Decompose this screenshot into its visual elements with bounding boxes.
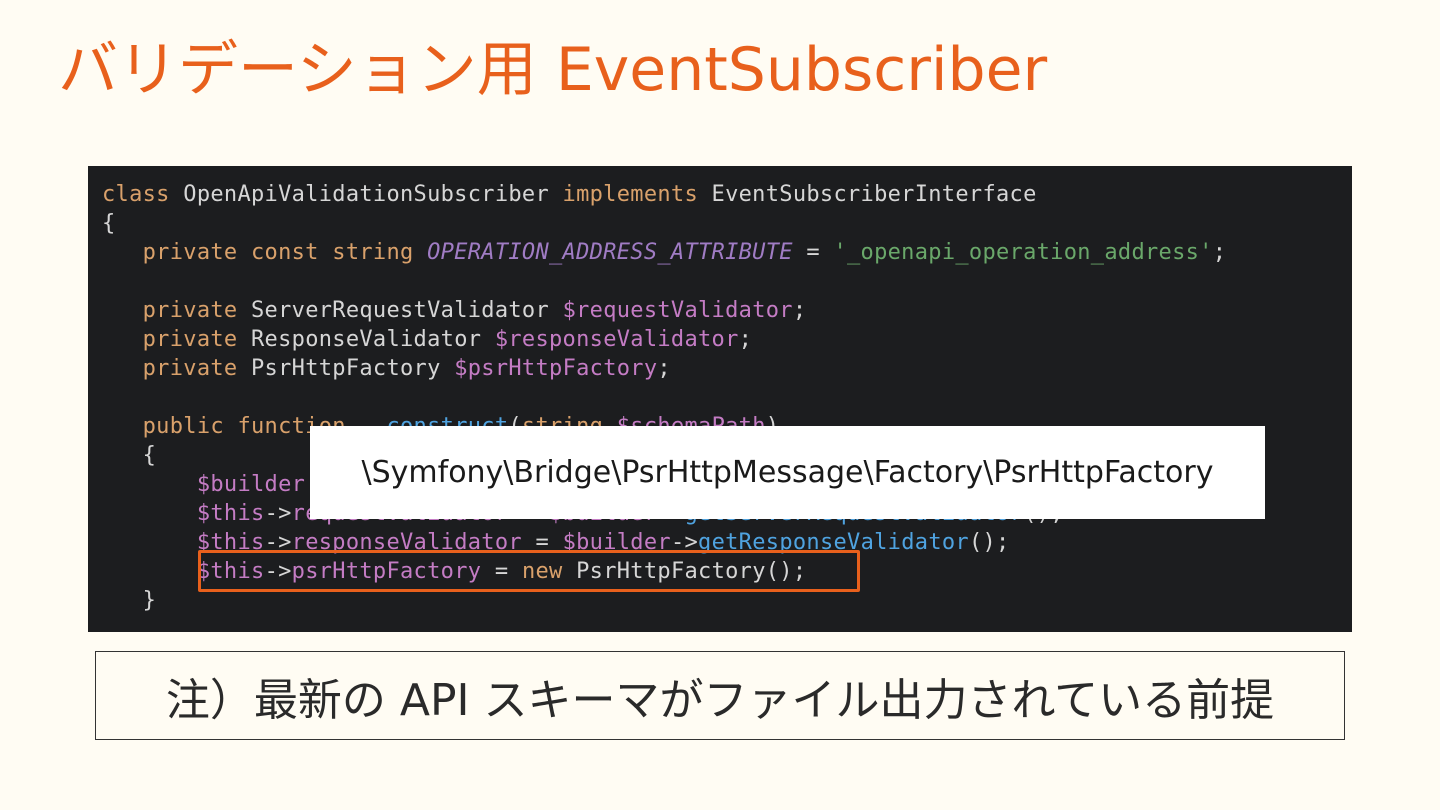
code-token-string: '_openapi_operation_address' — [833, 240, 1213, 265]
note-box: 注）最新の API スキーマがファイル出力されている前提 — [95, 651, 1345, 740]
code-line: { — [102, 441, 156, 470]
class-path-callout: \Symfony\Bridge\PsrHttpMessage\Factory\P… — [310, 426, 1265, 519]
code-token-variable: $builder — [196, 472, 306, 497]
code-token-variable: $this — [196, 501, 265, 526]
code-token-keyword: private const string — [142, 240, 414, 265]
code-token-variable: $psrHttpFactory — [454, 356, 658, 381]
code-line: private ResponseValidator $responseValid… — [102, 325, 752, 354]
code-token-variable: $responseValidator — [494, 327, 739, 352]
code-token-plain: = — [792, 240, 834, 265]
code-line: } — [102, 586, 156, 615]
code-token-plain: PsrHttpFactory — [237, 356, 455, 381]
code-token-plain: -> — [264, 501, 292, 526]
code-token-plain: (); — [968, 530, 1010, 555]
code-line: { — [102, 209, 116, 238]
code-token-keyword: private — [142, 356, 238, 381]
code-token-plain: { — [102, 211, 116, 236]
code-token-plain: EventSubscriberInterface — [698, 182, 1037, 207]
code-token-plain: OpenApiValidationSubscriber — [169, 182, 563, 207]
code-highlight-box — [198, 550, 860, 592]
code-token-variable: $requestValidator — [562, 298, 793, 323]
code-token-plain: } — [102, 588, 157, 613]
code-token-plain: ; — [1212, 240, 1227, 265]
code-token-keyword: private — [142, 327, 238, 352]
code-token-plain: ResponseValidator — [237, 327, 495, 352]
code-token-constant: OPERATION_ADDRESS_ATTRIBUTE — [427, 240, 793, 265]
code-token-plain: ; — [792, 298, 807, 323]
slide-title: バリデーション用 EventSubscriber — [58, 35, 1048, 105]
code-line: class OpenApiValidationSubscriber implem… — [102, 180, 1037, 209]
code-line: private const string OPERATION_ADDRESS_A… — [102, 238, 1226, 267]
class-path-text: \Symfony\Bridge\PsrHttpMessage\Factory\P… — [361, 455, 1214, 490]
code-token-keyword: private — [142, 298, 238, 323]
code-token-plain: ; — [657, 356, 671, 381]
note-text: 注）最新の API スキーマがファイル出力されている前提 — [165, 674, 1275, 726]
code-line: private PsrHttpFactory $psrHttpFactory; — [102, 354, 671, 383]
code-token-keyword: class — [102, 182, 170, 207]
code-token-plain: { — [102, 443, 157, 468]
code-line: private ServerRequestValidator $requestV… — [102, 296, 806, 325]
code-token-keyword: implements — [562, 182, 698, 207]
code-token-plain: ; — [738, 327, 753, 352]
code-token-plain: ServerRequestValidator — [237, 298, 563, 323]
